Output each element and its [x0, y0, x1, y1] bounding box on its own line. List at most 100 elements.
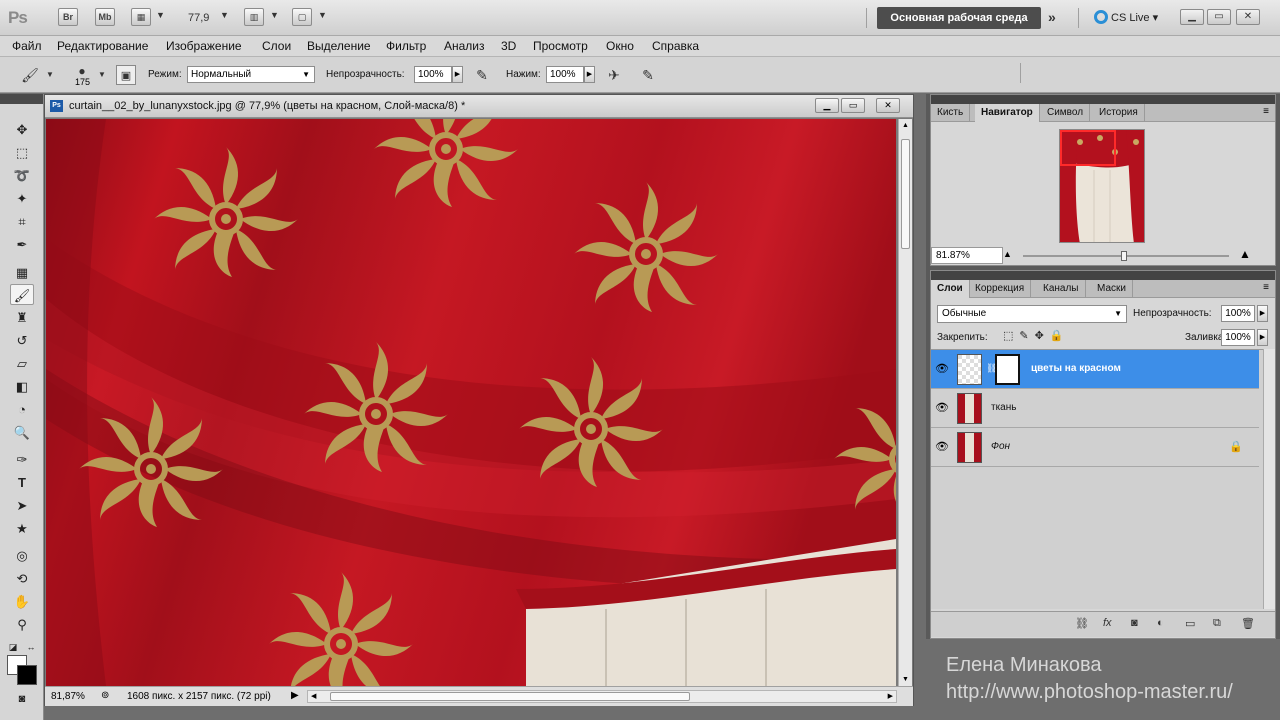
fill-input[interactable]: 100% [1221, 329, 1255, 346]
adjustment-layer-icon[interactable]: ◐ [1157, 617, 1164, 629]
scroll-right-icon[interactable]: ▶ [888, 692, 893, 700]
menu-help[interactable]: Справка [652, 39, 699, 53]
flow-input[interactable]: 100% [546, 66, 584, 83]
lasso-tool-icon[interactable]: ➰ [10, 165, 34, 186]
layer-row-flowers[interactable]: 👁 ⛓ цветы на красном [931, 350, 1259, 389]
new-layer-icon[interactable]: ⧉ [1213, 617, 1221, 630]
zoom-tool-icon[interactable]: 🔍 [10, 422, 34, 443]
healing-brush-tool-icon[interactable]: ▦ [10, 262, 34, 283]
tab-adjustments[interactable]: Коррекция [969, 280, 1032, 298]
status-zoom[interactable]: 81,87% [51, 691, 85, 702]
opacity-input[interactable]: 100% [414, 66, 452, 83]
vertical-scrollbar[interactable]: ▲ ▼ [898, 119, 912, 686]
panel-menu-icon[interactable]: ≡ [1263, 282, 1269, 293]
close-button[interactable]: ✕ [1236, 9, 1260, 25]
zoom-out-icon[interactable]: ▲ [1003, 249, 1012, 259]
opacity-slider-arrow[interactable]: ▶ [452, 66, 463, 83]
layer-thumbnail[interactable] [957, 432, 982, 463]
scroll-left-icon[interactable]: ◀ [311, 692, 316, 700]
menu-filter[interactable]: Фильтр [386, 39, 426, 53]
menu-window[interactable]: Окно [606, 39, 634, 53]
lock-image-icon[interactable]: ✎ [1019, 330, 1034, 342]
tab-channels[interactable]: Каналы [1037, 280, 1086, 298]
marquee-tool-icon[interactable]: ⬚ [10, 142, 34, 163]
layer-blend-mode-select[interactable]: Обычные ▼ [937, 305, 1127, 323]
layers-scrollbar[interactable] [1263, 349, 1275, 609]
quick-mask-icon[interactable]: ◙ [10, 689, 34, 710]
menu-edit[interactable]: Редактирование [57, 39, 148, 53]
type-tool-icon[interactable]: T [10, 472, 34, 493]
image-canvas[interactable] [46, 119, 896, 686]
hand-tool-icon[interactable]: ✋ [10, 591, 34, 612]
layer-mask-thumbnail[interactable] [995, 354, 1020, 385]
brush-tool-preset-icon[interactable]: 🖌 [20, 65, 40, 85]
horizontal-scrollbar[interactable]: ◀ ▶ [307, 690, 897, 703]
delete-layer-icon[interactable]: 🗑 [1241, 617, 1255, 630]
panel-collapse-bar[interactable] [931, 95, 1275, 104]
tab-navigator[interactable]: Навигатор [975, 104, 1040, 122]
arrange-documents-button[interactable]: ▥ [244, 8, 264, 26]
layer-name[interactable]: цветы на красном [1031, 363, 1121, 374]
bridge-button[interactable]: Br [58, 8, 78, 26]
more-workspaces-icon[interactable]: » [1048, 9, 1056, 25]
maximize-button[interactable]: ▭ [1207, 9, 1231, 25]
zoom-dropdown-icon[interactable]: ▼ [220, 10, 229, 20]
layer-row-fabric[interactable]: 👁 ткань [931, 389, 1259, 428]
screen-mode-button[interactable]: ▢ [292, 8, 312, 26]
horizontal-scroll-thumb[interactable] [330, 692, 690, 701]
brush-tool-icon[interactable]: 🖌 [10, 284, 34, 305]
magnifier-tool-icon[interactable]: ⚲ [10, 614, 34, 635]
history-brush-tool-icon[interactable]: ↺ [10, 330, 34, 351]
gradient-tool-icon[interactable]: ◧ [10, 376, 34, 397]
panel-collapse-bar[interactable] [931, 271, 1275, 280]
new-group-icon[interactable]: ▭ [1185, 617, 1195, 630]
fill-arrow[interactable]: ▶ [1257, 329, 1268, 346]
eyedropper-tool-icon[interactable]: ✒ [10, 234, 34, 255]
cs-live-button[interactable]: CS Live ▾ [1094, 10, 1158, 24]
tablet-size-icon[interactable]: ✎ [638, 65, 658, 85]
eye-icon[interactable]: 👁 [935, 401, 949, 415]
layer-opacity-arrow[interactable]: ▶ [1257, 305, 1268, 322]
clone-stamp-tool-icon[interactable]: ♜ [10, 307, 34, 328]
airbrush-icon[interactable]: ✈ [604, 65, 624, 85]
view-extras-button[interactable]: ▦ [131, 8, 151, 26]
menu-layer[interactable]: Слои [262, 39, 291, 53]
doc-maximize-button[interactable]: ▭ [841, 98, 865, 113]
zoom-level-field[interactable]: 77,9 [188, 12, 209, 24]
scroll-down-icon[interactable]: ▼ [902, 676, 909, 683]
doc-close-button[interactable]: ✕ [876, 98, 900, 113]
move-tool-icon[interactable]: ✥ [10, 119, 34, 140]
layer-thumbnail[interactable] [957, 354, 982, 385]
panel-menu-icon[interactable]: ≡ [1263, 106, 1269, 117]
eye-icon[interactable]: 👁 [935, 440, 949, 454]
navigator-view-box[interactable] [1060, 130, 1116, 166]
layer-thumbnail[interactable] [957, 393, 982, 424]
layer-name[interactable]: ткань [991, 402, 1016, 413]
tab-character[interactable]: Символ [1041, 104, 1091, 122]
lock-transparency-icon[interactable]: ⬚ [1003, 330, 1019, 342]
navigator-zoom-input[interactable]: 81.87% [931, 247, 1003, 264]
tab-layers[interactable]: Слои [931, 280, 970, 298]
preset-dropdown-icon[interactable]: ▼ [40, 65, 60, 85]
3d-rotate-tool-icon[interactable]: ◎ [10, 545, 34, 566]
layer-opacity-input[interactable]: 100% [1221, 305, 1255, 322]
workspace-switcher-button[interactable]: Основная рабочая среда [877, 7, 1041, 29]
background-color-swatch[interactable] [17, 665, 37, 685]
view-extras-dropdown-icon[interactable]: ▼ [156, 10, 165, 20]
crop-tool-icon[interactable]: ⌗ [10, 211, 34, 232]
status-menu-arrow-icon[interactable]: ▶ [291, 690, 299, 701]
menu-file[interactable]: Файл [12, 39, 42, 53]
vertical-scroll-thumb[interactable] [901, 139, 910, 249]
tab-masks[interactable]: Маски [1091, 280, 1133, 298]
menu-3d[interactable]: 3D [501, 39, 516, 53]
menu-view[interactable]: Просмотр [533, 39, 588, 53]
zoom-in-icon[interactable]: ▲ [1239, 247, 1251, 261]
pen-tool-icon[interactable]: ✑ [10, 449, 34, 470]
link-layers-icon[interactable]: ⛓ [1075, 617, 1089, 630]
menu-select[interactable]: Выделение [307, 39, 371, 53]
layer-name[interactable]: Фон [991, 441, 1010, 452]
3d-orbit-tool-icon[interactable]: ⟲ [10, 568, 34, 589]
doc-minimize-button[interactable]: ▁ [815, 98, 839, 113]
toolbox-header[interactable] [0, 94, 43, 104]
lock-position-icon[interactable]: ✥ [1035, 330, 1050, 342]
